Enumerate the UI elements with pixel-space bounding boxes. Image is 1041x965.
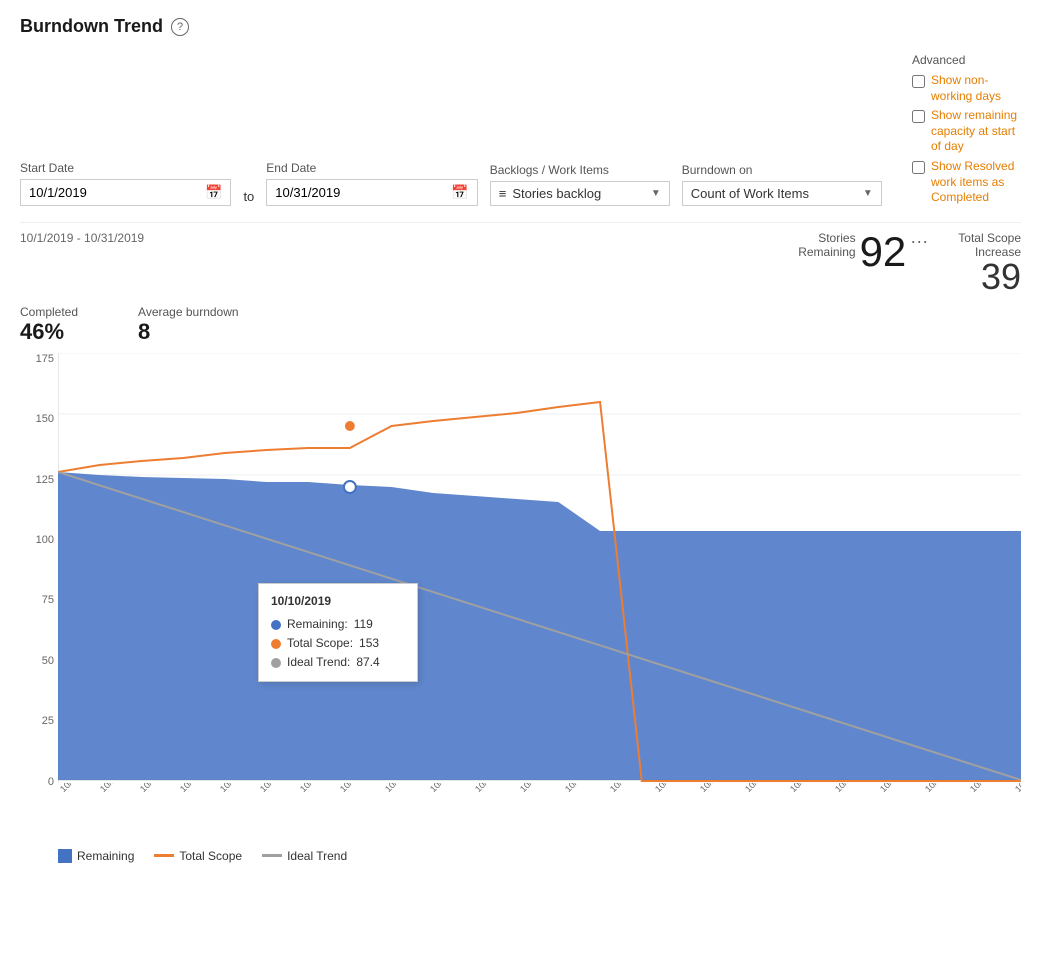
- y-label-0: 0: [48, 776, 54, 788]
- backlogs-label: Backlogs / Work Items: [490, 163, 670, 177]
- legend-total-scope-label: Total Scope: [179, 849, 242, 863]
- start-date-input[interactable]: [29, 185, 205, 200]
- burndown-value: Count of Work Items: [691, 186, 863, 201]
- tooltip-total-scope-label: Total Scope:: [287, 634, 353, 653]
- start-date-label: Start Date: [20, 161, 231, 175]
- ideal-trend-swatch: [262, 854, 282, 857]
- y-label-175: 175: [36, 353, 54, 365]
- y-axis: 175 150 125 100 75 50 25 0: [20, 353, 58, 788]
- show-nonworking-checkbox[interactable]: [912, 75, 925, 88]
- avg-burndown-value: 8: [138, 319, 239, 345]
- end-date-input-wrap[interactable]: 📅: [266, 179, 477, 206]
- total-scope-swatch: [154, 854, 174, 857]
- tooltip-total-scope-dot: [271, 639, 281, 649]
- completed-block: Completed 46%: [20, 305, 78, 345]
- end-date-calendar-icon[interactable]: 📅: [451, 184, 468, 201]
- remaining-swatch: [58, 849, 72, 863]
- stories-more-icon[interactable]: ···: [910, 231, 928, 252]
- backlogs-value: Stories backlog: [512, 186, 651, 201]
- avg-burndown-label: Average burndown: [138, 305, 239, 319]
- burndown-chevron-icon: ▼: [863, 188, 873, 199]
- chart-container: 175 150 125 100 75 50 25 0: [20, 353, 1021, 843]
- show-nonworking-label[interactable]: Show non-working days: [931, 73, 1021, 104]
- tooltip-remaining-value: 119: [354, 615, 373, 634]
- legend-ideal-trend-label: Ideal Trend: [287, 849, 347, 863]
- tooltip-date: 10/10/2019: [271, 592, 405, 611]
- completed-value: 46%: [20, 319, 78, 345]
- show-nonworking-row: Show non-working days: [912, 73, 1021, 104]
- chart-tooltip: 10/10/2019 Remaining: 119 Total Scope: 1…: [258, 583, 418, 682]
- kpi-row: Completed 46% Average burndown 8: [20, 299, 1021, 353]
- chart-svg-container: 10/10/2019 Remaining: 119 Total Scope: 1…: [58, 353, 1021, 783]
- stories-remaining-value: 92: [860, 231, 907, 273]
- stories-label: Stories: [798, 231, 855, 245]
- total-scope-label: Total Scope: [958, 231, 1021, 245]
- total-scope-value: 39: [981, 259, 1021, 295]
- legend-ideal-trend: Ideal Trend: [262, 849, 347, 863]
- total-scope-dot: [344, 420, 356, 432]
- legend-remaining-label: Remaining: [77, 849, 134, 863]
- tooltip-remaining-label: Remaining:: [287, 615, 348, 634]
- tooltip-ideal-trend-row: Ideal Trend: 87.4: [271, 653, 405, 672]
- completed-label: Completed: [20, 305, 78, 319]
- show-resolved-label[interactable]: Show Resolved work items as Completed: [931, 159, 1021, 206]
- tooltip-ideal-trend-label: Ideal Trend:: [287, 653, 350, 672]
- advanced-label: Advanced: [912, 53, 1021, 67]
- x-axis-labels: 10/1/2019 10/2/2019 10/3/2019 10/4/2019 …: [58, 783, 1021, 843]
- help-icon[interactable]: ?: [171, 18, 189, 36]
- chart-svg: [58, 353, 1021, 783]
- end-date-input[interactable]: [275, 185, 451, 200]
- stories-remaining-block: Stories Remaining 92 ···: [798, 231, 928, 273]
- date-range-label: 10/1/2019 - 10/31/2019: [20, 231, 144, 245]
- start-date-group: Start Date 📅: [20, 161, 231, 206]
- tooltip-remaining-dot: [271, 620, 281, 630]
- backlog-icon: ≡: [499, 186, 507, 201]
- legend-total-scope: Total Scope: [154, 849, 242, 863]
- show-resolved-checkbox[interactable]: [912, 161, 925, 174]
- to-label: to: [243, 171, 254, 204]
- show-remaining-capacity-checkbox[interactable]: [912, 110, 925, 123]
- start-date-calendar-icon[interactable]: 📅: [205, 184, 222, 201]
- end-date-group: End Date 📅: [266, 161, 477, 206]
- burndown-group: Burndown on Count of Work Items ▼: [682, 163, 882, 206]
- remaining-dot: [344, 481, 356, 493]
- burndown-dropdown[interactable]: Count of Work Items ▼: [682, 181, 882, 206]
- stats-bar: 10/1/2019 - 10/31/2019 Stories Remaining…: [20, 222, 1021, 299]
- y-label-25: 25: [42, 715, 54, 727]
- tooltip-remaining-row: Remaining: 119: [271, 615, 405, 634]
- chart-legend: Remaining Total Scope Ideal Trend: [58, 843, 1021, 869]
- end-date-label: End Date: [266, 161, 477, 175]
- tooltip-total-scope-row: Total Scope: 153: [271, 634, 405, 653]
- y-label-100: 100: [36, 534, 54, 546]
- show-remaining-capacity-label[interactable]: Show remaining capacity at start of day: [931, 108, 1021, 155]
- y-label-75: 75: [42, 594, 54, 606]
- start-date-input-wrap[interactable]: 📅: [20, 179, 231, 206]
- stories-remaining-sublabel: Remaining: [798, 245, 855, 259]
- backlogs-group: Backlogs / Work Items ≡ Stories backlog …: [490, 163, 670, 206]
- stats-right: Stories Remaining 92 ··· Total Scope Inc…: [798, 231, 1021, 295]
- tooltip-ideal-trend-dot: [271, 658, 281, 668]
- advanced-section: Advanced Show non-working days Show rema…: [912, 53, 1021, 206]
- total-scope-block: Total Scope Increase 39: [958, 231, 1021, 295]
- show-resolved-row: Show Resolved work items as Completed: [912, 159, 1021, 206]
- backlogs-chevron-icon: ▼: [651, 188, 661, 199]
- y-label-125: 125: [36, 474, 54, 486]
- tooltip-ideal-trend-value: 87.4: [356, 653, 379, 672]
- tooltip-total-scope-value: 153: [359, 634, 379, 653]
- show-remaining-capacity-row: Show remaining capacity at start of day: [912, 108, 1021, 155]
- avg-burndown-block: Average burndown 8: [138, 305, 239, 345]
- y-label-150: 150: [36, 413, 54, 425]
- page-title: Burndown Trend: [20, 16, 163, 37]
- legend-remaining: Remaining: [58, 849, 134, 863]
- y-label-50: 50: [42, 655, 54, 667]
- backlogs-dropdown[interactable]: ≡ Stories backlog ▼: [490, 181, 670, 206]
- burndown-label: Burndown on: [682, 163, 882, 177]
